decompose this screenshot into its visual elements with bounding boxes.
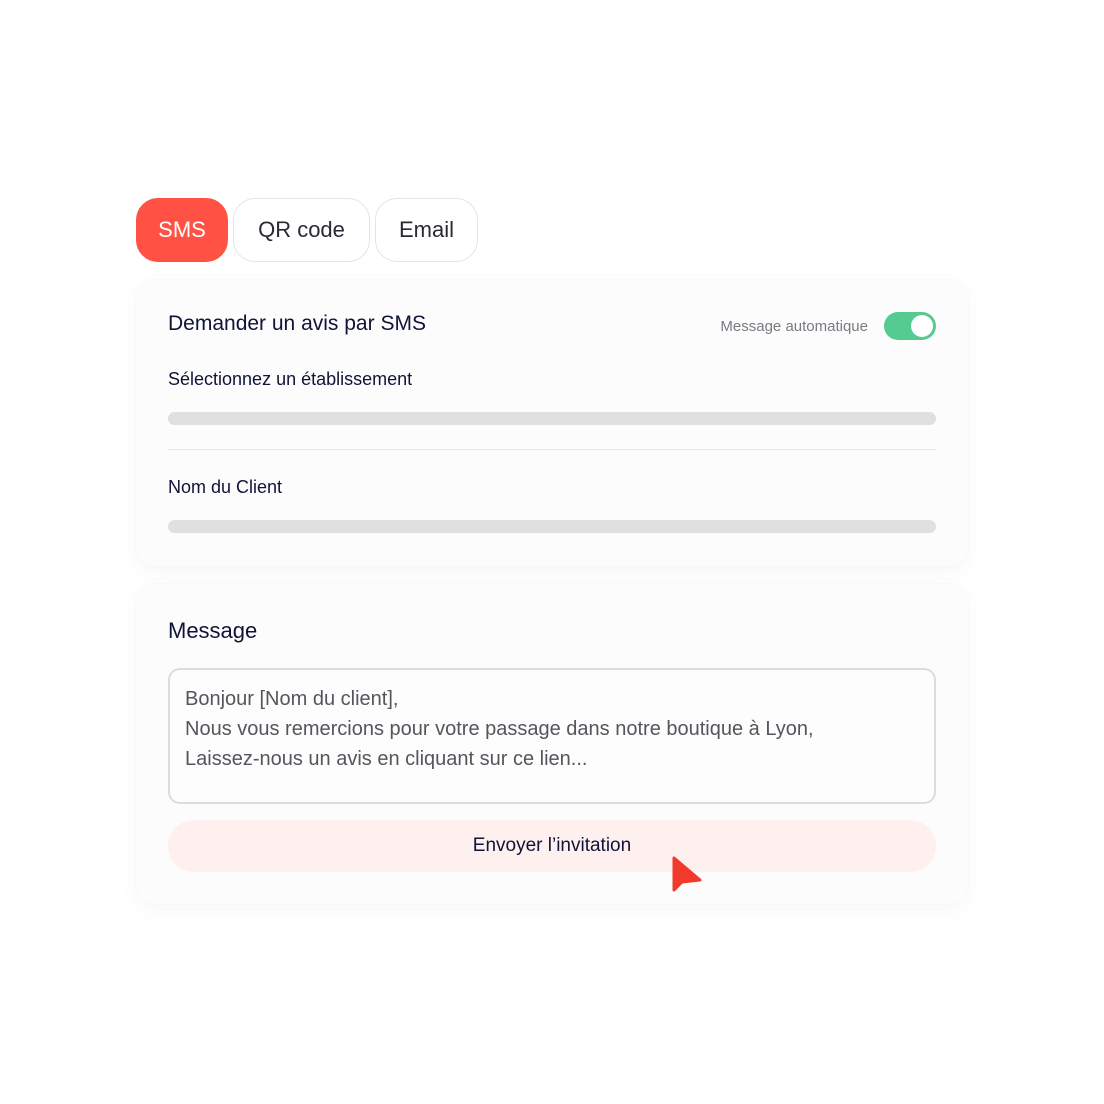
review-request-widget: SMS QR code Email Demander un avis par S…: [0, 0, 1104, 1104]
auto-message-setting: Message automatique: [720, 312, 936, 340]
mouse-pointer-icon: [672, 856, 702, 892]
channel-tabs: SMS QR code Email: [136, 198, 478, 262]
tab-qr-code[interactable]: QR code: [233, 198, 370, 262]
message-textarea[interactable]: Bonjour [Nom du client], Nous vous remer…: [168, 668, 936, 804]
message-card: Message Bonjour [Nom du client], Nous vo…: [136, 584, 968, 904]
card-title: Demander un avis par SMS: [168, 312, 426, 335]
sms-request-card: Demander un avis par SMS Message automat…: [136, 280, 968, 566]
client-name-label: Nom du Client: [168, 477, 283, 497]
auto-message-label: Message automatique: [720, 317, 868, 335]
tab-sms[interactable]: SMS: [136, 198, 228, 262]
message-line: Nous vous remercions pour votre passage …: [185, 718, 814, 740]
establishment-label: Sélectionnez un établissement: [168, 369, 413, 389]
message-title: Message: [168, 618, 258, 643]
client-name-field[interactable]: [168, 520, 936, 533]
tab-email[interactable]: Email: [375, 198, 478, 262]
message-line: Laissez-nous un avis en cliquant sur ce …: [185, 748, 588, 770]
divider: [168, 449, 936, 450]
establishment-select[interactable]: [168, 412, 936, 425]
message-line: Bonjour [Nom du client],: [185, 688, 399, 710]
send-invitation-button[interactable]: Envoyer l’invitation: [168, 820, 936, 872]
toggle-knob: [911, 315, 933, 337]
auto-message-toggle[interactable]: [884, 312, 936, 340]
